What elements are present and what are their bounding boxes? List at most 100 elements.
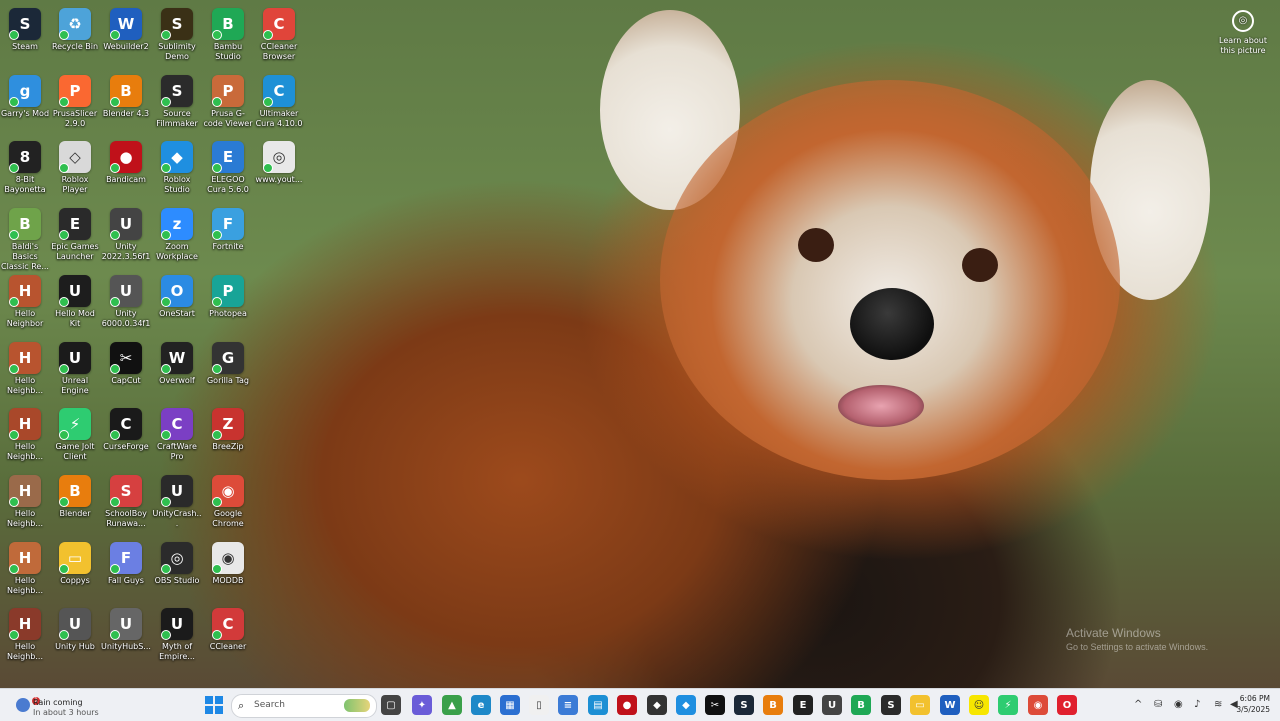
desktop-icon[interactable]: ◉ MODDB bbox=[203, 538, 253, 600]
sync-check-icon bbox=[212, 230, 222, 240]
desktop-icon[interactable]: ◉ Google Chrome bbox=[203, 471, 253, 533]
taskbar-copilot-icon[interactable]: ✦ bbox=[412, 695, 432, 715]
desktop-icon[interactable]: C CCleaner Browser bbox=[254, 4, 304, 66]
taskbar-search-box[interactable]: ⌕ Search bbox=[231, 694, 377, 718]
desktop-icon[interactable]: U Myth of Empire... bbox=[152, 604, 202, 666]
desktop-icon[interactable]: P Prusa G-code Viewer bbox=[203, 71, 253, 133]
desktop-icon[interactable]: H Hello Neighbor bbox=[0, 271, 50, 333]
taskbar-docs-icon[interactable]: ≡ bbox=[558, 695, 578, 715]
shield-icon[interactable]: ◉ bbox=[1174, 699, 1183, 710]
taskbar-steam-icon[interactable]: S bbox=[734, 695, 754, 715]
taskbar-roblox-studio-icon[interactable]: ◆ bbox=[676, 695, 696, 715]
desktop-icon[interactable]: H Hello Neighb... bbox=[0, 404, 50, 466]
start-button[interactable] bbox=[205, 696, 223, 714]
taskbar-blender-icon[interactable]: B bbox=[763, 695, 783, 715]
desktop-icon[interactable]: E ELEGOO Cura 5.6.0 bbox=[203, 137, 253, 199]
desktop-icon[interactable]: G Gorilla Tag bbox=[203, 338, 253, 400]
desktop-icon[interactable]: U Unity Hub bbox=[50, 604, 100, 666]
desktop-icon-label: ELEGOO Cura 5.6.0 bbox=[207, 175, 249, 194]
desktop-icon[interactable]: H Hello Neighb... bbox=[0, 471, 50, 533]
weather-widget[interactable]: 1 Rain coming In about 3 hours bbox=[12, 693, 122, 717]
desktop-icon[interactable]: ⚡ Game Jolt Client bbox=[50, 404, 100, 466]
desktop-icon[interactable]: U Unreal Engine bbox=[50, 338, 100, 400]
taskbar-epic-icon[interactable]: E bbox=[793, 695, 813, 715]
taskbar-calendar-icon[interactable]: ▤ bbox=[588, 695, 608, 715]
desktop-icon[interactable]: F Fall Guys bbox=[101, 538, 151, 600]
taskbar-source-filmmaker-icon[interactable]: S bbox=[881, 695, 901, 715]
sync-check-icon bbox=[59, 30, 69, 40]
desktop-icon[interactable]: U UnityHubS... bbox=[101, 604, 151, 666]
desktop-icon[interactable]: S Source Filmmaker bbox=[152, 71, 202, 133]
taskbar: 1 Rain coming In about 3 hours ⌕ Search … bbox=[0, 688, 1280, 721]
desktop-icon[interactable]: W Overwolf bbox=[152, 338, 202, 400]
desktop-icon[interactable]: ◎ www.yout... bbox=[254, 137, 304, 199]
clock-date: 3/5/2025 bbox=[1236, 705, 1270, 714]
desktop-icon[interactable]: F Fortnite bbox=[203, 204, 253, 266]
desktop-icon[interactable]: O OneStart bbox=[152, 271, 202, 333]
desktop-icon[interactable]: ● Bandicam bbox=[101, 137, 151, 199]
taskbar-record-icon[interactable]: ● bbox=[617, 695, 637, 715]
desktop-icon[interactable]: H Hello Neighb... bbox=[0, 338, 50, 400]
windows-logo-icon bbox=[205, 706, 213, 714]
desktop-icon[interactable]: U Hello Mod Kit bbox=[50, 271, 100, 333]
learn-about-picture[interactable]: ◎ Learn about this picture bbox=[1214, 8, 1272, 56]
desktop-icon[interactable]: W Webuilder2 bbox=[101, 4, 151, 66]
desktop-icon-label: UnityCrash... bbox=[152, 509, 202, 528]
desktop-icon[interactable]: 8 8-Bit Bayonetta bbox=[0, 137, 50, 199]
desktop-icon[interactable]: P Photopea bbox=[203, 271, 253, 333]
sync-check-icon bbox=[9, 497, 19, 507]
taskbar-store-icon[interactable]: ▦ bbox=[500, 695, 520, 715]
desktop-icon[interactable]: Z BreeZip bbox=[203, 404, 253, 466]
clock[interactable]: 6:06 PM 3/5/2025 bbox=[1228, 693, 1270, 715]
taskbar-unity-icon[interactable]: U bbox=[822, 695, 842, 715]
microphone-icon[interactable]: ♪ bbox=[1194, 699, 1200, 710]
taskbar-capcut-icon[interactable]: ✂ bbox=[705, 695, 725, 715]
show-hidden-icons-icon[interactable]: ^ bbox=[1134, 699, 1142, 710]
taskbar-game-jolt-icon[interactable]: ⚡ bbox=[998, 695, 1018, 715]
desktop-icon[interactable]: B Blender bbox=[50, 471, 100, 533]
taskbar-webuilder-icon[interactable]: W bbox=[940, 695, 960, 715]
desktop-icon[interactable]: S SchoolBoy Runawa... bbox=[101, 471, 151, 533]
desktop-icon[interactable]: ◇ Roblox Player bbox=[50, 137, 100, 199]
desktop-icon[interactable]: S Steam bbox=[0, 4, 50, 66]
desktop-icon[interactable]: C CurseForge bbox=[101, 404, 151, 466]
desktop-icon[interactable]: g Garry's Mod bbox=[0, 71, 50, 133]
desktop-icon[interactable]: B Blender 4.3 bbox=[101, 71, 151, 133]
taskbar-file-explorer-icon[interactable]: ▭ bbox=[910, 695, 930, 715]
learn-about-picture-label: Learn about this picture bbox=[1219, 36, 1267, 55]
desktop-icon[interactable]: C CCleaner bbox=[203, 604, 253, 666]
desktop-icon[interactable]: U Unity 6000.0.34f1 bbox=[101, 271, 151, 333]
desktop-icon[interactable]: z Zoom Workplace bbox=[152, 204, 202, 266]
desktop-icon[interactable]: E Epic Games Launcher bbox=[50, 204, 100, 266]
taskbar-edge-icon[interactable]: e bbox=[471, 695, 491, 715]
desktop-icon-label: Blender 4.3 bbox=[102, 109, 150, 118]
desktop-icon[interactable]: ◆ Roblox Studio bbox=[152, 137, 202, 199]
sync-check-icon bbox=[161, 497, 171, 507]
taskbar-roblox-icon[interactable]: ◆ bbox=[647, 695, 667, 715]
desktop-icon-label: CapCut bbox=[111, 376, 141, 385]
taskbar-notepad-icon[interactable]: ▯ bbox=[529, 695, 549, 715]
taskbar-opera-icon[interactable]: O bbox=[1057, 695, 1077, 715]
taskbar-chrome-icon[interactable]: ◉ bbox=[1028, 695, 1048, 715]
desktop-icon-label: Hello Neighb... bbox=[7, 576, 43, 595]
taskbar-bambu-icon[interactable]: B bbox=[851, 695, 871, 715]
taskbar-snapchat-icon[interactable]: ☺ bbox=[969, 695, 989, 715]
desktop-icon[interactable]: ✂ CapCut bbox=[101, 338, 151, 400]
desktop-icon[interactable]: U UnityCrash... bbox=[152, 471, 202, 533]
desktop-icon[interactable]: B Baldi's Basics Classic Re... bbox=[0, 204, 50, 271]
desktop-icon[interactable]: C Ultimaker Cura 4.10.0 bbox=[254, 71, 304, 133]
desktop-icon[interactable]: H Hello Neighb... bbox=[0, 604, 50, 666]
desktop-icon[interactable]: S Sublimity Demo bbox=[152, 4, 202, 66]
wifi-icon[interactable]: ≋ bbox=[1214, 699, 1222, 710]
desktop-icon[interactable]: ▭ Coppys bbox=[50, 538, 100, 600]
desktop-icon[interactable]: P PrusaSlicer 2.9.0 bbox=[50, 71, 100, 133]
desktop-icon[interactable]: B Bambu Studio bbox=[203, 4, 253, 66]
desktop-icon[interactable]: C CraftWare Pro bbox=[152, 404, 202, 466]
desktop-icon[interactable]: ♻ Recycle Bin bbox=[50, 4, 100, 66]
taskbar-task-view-icon[interactable]: ▢ bbox=[381, 695, 401, 715]
desktop-icon[interactable]: U Unity 2022.3.56f1 bbox=[101, 204, 151, 266]
desktop-icon[interactable]: H Hello Neighb... bbox=[0, 538, 50, 600]
taskbar-game-app-icon[interactable]: ▲ bbox=[442, 695, 462, 715]
desktop-icon[interactable]: ◎ OBS Studio bbox=[152, 538, 202, 600]
network-app-icon[interactable]: ⛁ bbox=[1154, 699, 1162, 710]
